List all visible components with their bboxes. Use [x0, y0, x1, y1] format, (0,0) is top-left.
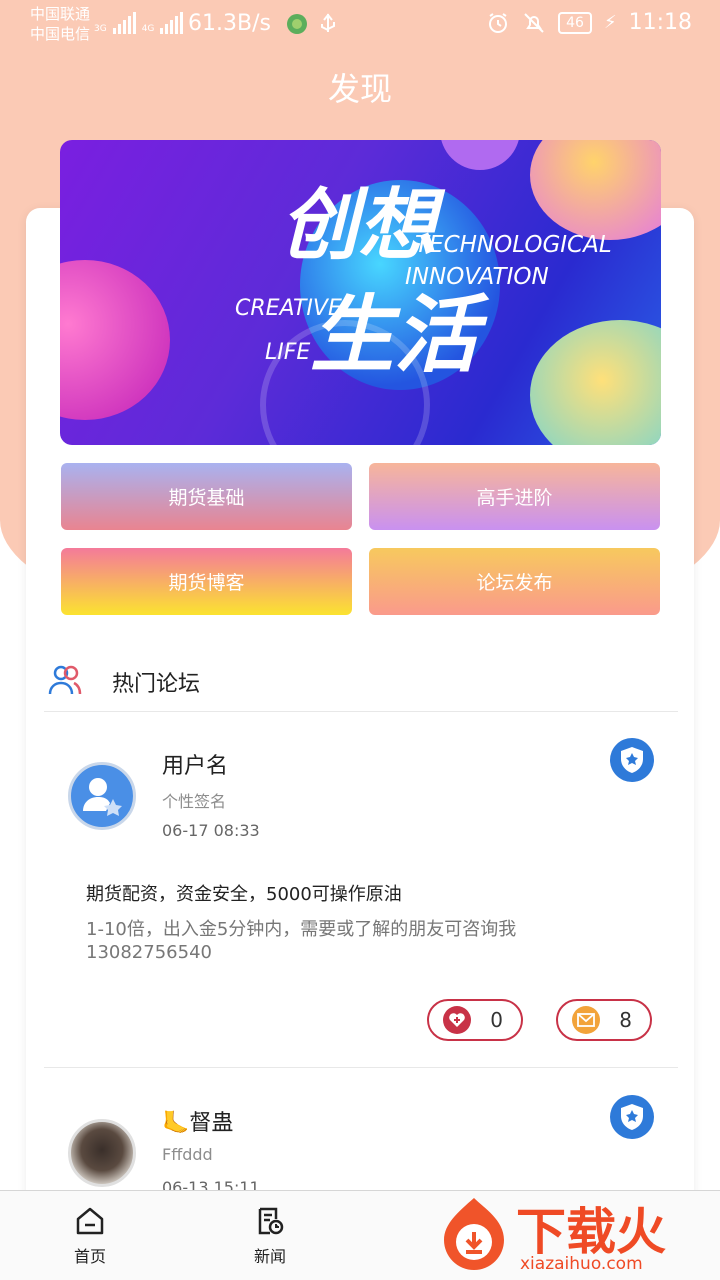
status-right: 46 ⚡ 11:18 — [486, 10, 692, 35]
banner-blob — [60, 260, 170, 420]
mail-icon — [572, 1006, 600, 1034]
app-notification-icon — [287, 14, 307, 34]
banner-en-4: LIFE — [265, 340, 311, 365]
banner-blob — [440, 140, 520, 170]
post-body: 1-10倍，出入金5分钟内，需要或了解的朋友可咨询我13082756540 — [86, 919, 517, 963]
post-username: 🦶督蛊 — [162, 1111, 234, 1136]
forum-post[interactable]: 🦶督蛊 Fffddd 06-13 15:11 — [44, 1069, 678, 1190]
promo-banner[interactable]: 创想 生活 TECHNOLOGICAL INNOVATION CREATIVE … — [60, 140, 661, 445]
banner-en-2: INNOVATION — [405, 264, 549, 290]
clock: 11:18 — [628, 10, 692, 35]
battery-indicator: 46 — [558, 11, 592, 34]
post-time: 06-13 15:11 — [162, 1178, 260, 1190]
banner-blob — [530, 140, 661, 240]
watermark: 下载火 xiazaihuo.com — [430, 1188, 720, 1280]
home-icon — [76, 1207, 104, 1235]
tab-news-label: 新闻 — [253, 1247, 286, 1266]
page-title: 发现 — [327, 70, 392, 108]
quick-link-forum-post[interactable]: 论坛发布 — [369, 548, 660, 615]
news-icon — [258, 1207, 284, 1235]
banner-en-1: TECHNOLOGICAL — [415, 232, 612, 258]
default-user-icon — [83, 778, 122, 816]
avatar[interactable] — [68, 1119, 136, 1187]
watermark-logo-icon — [444, 1198, 504, 1270]
alarm-icon — [489, 12, 508, 33]
post-signature: Fffddd — [162, 1145, 213, 1164]
mute-bell-icon — [524, 12, 544, 33]
quick-link-futures-blog[interactable]: 期货博客 — [61, 548, 352, 615]
avatar[interactable] — [68, 762, 136, 830]
banner-main-text-1: 创想 — [280, 181, 437, 271]
tab-news[interactable]: 新闻 — [210, 1205, 330, 1267]
carrier-1: 中国联通 — [30, 5, 91, 23]
message-count: 8 — [619, 1008, 632, 1032]
post-username: 用户名 — [162, 754, 229, 779]
banner-blob — [530, 320, 661, 445]
network-speed: 61.3B/s — [188, 11, 271, 36]
quick-link-advanced[interactable]: 高手进阶 — [369, 463, 660, 530]
verified-shield-icon — [610, 738, 654, 782]
users-icon — [48, 665, 82, 695]
like-count: 0 — [490, 1008, 503, 1032]
watermark-url: xiazaihuo.com — [520, 1254, 643, 1274]
status-bar: 中国联通 中国电信 3G 4G 61.3B/s 46 ⚡ 11:18 — [0, 0, 720, 50]
section-title: 热门论坛 — [112, 672, 201, 697]
signal-bars-icon — [160, 12, 184, 34]
post-time: 06-17 08:33 — [162, 821, 260, 840]
charging-icon: ⚡ — [603, 12, 617, 33]
carrier-2: 中国电信 — [30, 25, 91, 43]
tab-home[interactable]: 首页 — [30, 1205, 150, 1267]
verified-shield-icon — [610, 1095, 654, 1139]
heart-plus-icon — [443, 1006, 471, 1034]
quick-link-futures-basics[interactable]: 期货基础 — [61, 463, 352, 530]
post-title: 期货配资，资金安全，5000可操作原油 — [86, 884, 402, 905]
like-button[interactable]: 0 — [427, 999, 523, 1041]
post-signature: 个性签名 — [162, 792, 227, 811]
message-button[interactable]: 8 — [556, 999, 652, 1041]
carrier-info: 中国联通 中国电信 — [30, 4, 90, 44]
net-type-1: 3G — [94, 24, 107, 34]
signal-icons: 3G 4G — [94, 12, 184, 34]
tab-home-label: 首页 — [73, 1247, 106, 1266]
banner-en-3: CREATIVE — [235, 296, 342, 321]
hot-forum-header: 热门论坛 — [44, 650, 678, 712]
forum-post[interactable]: 用户名 个性签名 06-17 08:33 期货配资，资金安全，5000可操作原油… — [44, 712, 678, 1068]
net-type-2: 4G — [141, 24, 155, 34]
usb-icon — [321, 13, 335, 32]
signal-bars-icon — [112, 12, 136, 34]
